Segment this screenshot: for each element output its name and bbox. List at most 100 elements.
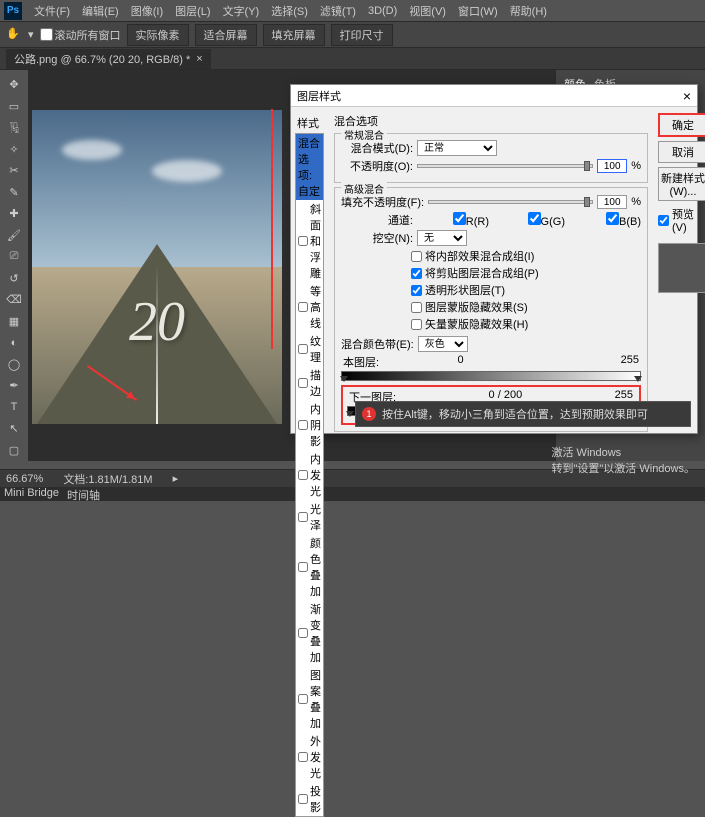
menu-file[interactable]: 文件(F) — [28, 3, 76, 19]
fill-opacity-slider[interactable] — [428, 200, 593, 204]
style-color-overlay[interactable]: 颜色叠加 — [296, 534, 323, 600]
dodge-tool-icon[interactable]: ◯ — [2, 354, 26, 376]
style-texture[interactable]: 纹理 — [296, 332, 323, 366]
style-list: 混合选项:自定 斜面和浮雕 等高线 纹理 描边 内阴影 内发光 光泽 颜色叠加 … — [295, 133, 324, 817]
layer-style-dialog: 图层样式 × 样式 混合选项:自定 斜面和浮雕 等高线 纹理 描边 内阴影 内发… — [290, 84, 698, 434]
menu-help[interactable]: 帮助(H) — [504, 3, 553, 19]
blending-options-panel: 混合选项 常规混合 混合模式(D): 正常 不透明度(O): % 高级混合 填充… — [328, 107, 654, 433]
style-pattern-overlay[interactable]: 图案叠加 — [296, 666, 323, 732]
eyedropper-tool-icon[interactable]: ✎ — [2, 182, 26, 204]
dropdown-icon[interactable]: ▾ — [28, 28, 34, 41]
blur-tool-icon[interactable]: ◐ — [2, 332, 26, 354]
channel-r-check[interactable]: R(R) — [417, 212, 489, 228]
menu-type[interactable]: 文字(Y) — [217, 3, 266, 19]
vector-mask-hide-check[interactable]: 矢量蒙版隐藏效果(H) — [411, 316, 641, 332]
style-drop-shadow[interactable]: 投影 — [296, 782, 323, 816]
style-blending-options[interactable]: 混合选项:自定 — [296, 134, 323, 200]
style-list-header: 样式 — [295, 113, 324, 133]
new-style-button[interactable]: 新建样式(W)... — [658, 167, 705, 201]
advanced-blending-group: 高级混合 填充不透明度(F): % 通道: R(R) G(G) B(B) 挖空(… — [334, 187, 648, 432]
knockout-select[interactable]: 无 — [417, 230, 467, 246]
stamp-tool-icon[interactable]: ⎚ — [2, 246, 26, 268]
ok-button[interactable]: 确定 — [658, 113, 705, 137]
transparency-shapes-check[interactable]: 透明形状图层(T) — [411, 282, 641, 298]
status-chevron-icon[interactable]: ▸ — [173, 472, 179, 485]
style-bevel[interactable]: 斜面和浮雕 — [296, 200, 323, 282]
tab-close-icon[interactable]: × — [196, 53, 202, 65]
preview-check[interactable]: 预览(V) — [658, 206, 705, 234]
style-list-panel: 样式 混合选项:自定 斜面和浮雕 等高线 纹理 描边 内阴影 内发光 光泽 颜色… — [291, 107, 328, 433]
annotation-line-icon — [271, 109, 273, 349]
doc-size: 文档:1.81M/1.81M — [63, 471, 152, 487]
channel-b-check[interactable]: B(B) — [569, 212, 641, 228]
style-inner-shadow[interactable]: 内阴影 — [296, 400, 323, 450]
fill-screen-button[interactable]: 填充屏幕 — [263, 24, 325, 46]
this-layer-blend: 本图层:0255 — [341, 354, 641, 381]
move-tool-icon[interactable]: ✥ — [2, 74, 26, 96]
style-stroke[interactable]: 描边 — [296, 366, 323, 400]
style-inner-glow[interactable]: 内发光 — [296, 450, 323, 500]
dialog-title: 图层样式 — [297, 88, 341, 104]
actual-pixels-button[interactable]: 实际像素 — [127, 24, 189, 46]
scroll-all-check[interactable]: 滚动所有窗口 — [40, 27, 121, 43]
blendif-select[interactable]: 灰色 — [418, 336, 468, 352]
blend-mode-label: 混合模式(D): — [341, 140, 413, 156]
menu-edit[interactable]: 编辑(E) — [76, 3, 125, 19]
pen-tool-icon[interactable]: ✒ — [2, 375, 26, 397]
hand-tool-icon: ✋ — [6, 27, 22, 43]
this-layer-gradient[interactable] — [341, 371, 641, 381]
blend-interior-check[interactable]: 将内部效果混合成组(I) — [411, 248, 641, 264]
opacity-input[interactable] — [597, 159, 627, 173]
canvas[interactable]: 20 — [32, 110, 282, 424]
channel-g-check[interactable]: G(G) — [493, 212, 565, 228]
menu-3d[interactable]: 3D(D) — [362, 5, 403, 17]
menu-select[interactable]: 选择(S) — [265, 3, 314, 19]
canvas-text: 20 — [129, 290, 185, 354]
crop-tool-icon[interactable]: ✂ — [2, 160, 26, 182]
gradient-tool-icon[interactable]: ▦ — [2, 311, 26, 333]
style-outer-glow[interactable]: 外发光 — [296, 732, 323, 782]
wand-tool-icon[interactable]: ✧ — [2, 139, 26, 161]
style-satin[interactable]: 光泽 — [296, 500, 323, 534]
marquee-tool-icon[interactable]: ▭ — [2, 96, 26, 118]
history-brush-icon[interactable]: ↺ — [2, 268, 26, 290]
layer-mask-hide-check[interactable]: 图层蒙版隐藏效果(S) — [411, 299, 641, 315]
tab-title: 公路.png @ 66.7% (20 20, RGB/8) * — [14, 51, 190, 67]
cancel-button[interactable]: 取消 — [658, 141, 705, 163]
menu-filter[interactable]: 滤镜(T) — [314, 3, 362, 19]
style-gradient-overlay[interactable]: 渐变叠加 — [296, 600, 323, 666]
opacity-label: 不透明度(O): — [341, 158, 413, 174]
tab-mini-bridge[interactable]: Mini Bridge — [4, 487, 59, 501]
dialog-close-icon[interactable]: × — [683, 88, 691, 104]
menu-window[interactable]: 窗口(W) — [452, 3, 504, 19]
fill-opacity-input[interactable] — [597, 195, 627, 209]
blend-clipped-check[interactable]: 将剪贴图层混合成组(P) — [411, 265, 641, 281]
fit-screen-button[interactable]: 适合屏幕 — [195, 24, 257, 46]
dialog-titlebar: 图层样式 × — [291, 85, 697, 107]
type-tool-icon[interactable]: T — [2, 397, 26, 419]
options-bar: ✋ ▾ 滚动所有窗口 实际像素 适合屏幕 填充屏幕 打印尺寸 — [0, 22, 705, 48]
app-logo: Ps — [4, 2, 22, 20]
tab-timeline[interactable]: 时间轴 — [67, 487, 100, 501]
tip-callout: 1 按住Alt键，移动小三角到适合位置，达到预期效果即可 — [355, 401, 691, 427]
style-contour[interactable]: 等高线 — [296, 282, 323, 332]
document-tab[interactable]: 公路.png @ 66.7% (20 20, RGB/8) * × — [6, 49, 211, 69]
blend-mode-select[interactable]: 正常 — [417, 140, 497, 156]
shape-tool-icon[interactable]: ▢ — [2, 440, 26, 462]
menu-view[interactable]: 视图(V) — [403, 3, 452, 19]
path-tool-icon[interactable]: ↖ — [2, 418, 26, 440]
print-size-button[interactable]: 打印尺寸 — [331, 24, 393, 46]
menu-image[interactable]: 图像(I) — [125, 3, 169, 19]
menu-bar: Ps 文件(F) 编辑(E) 图像(I) 图层(L) 文字(Y) 选择(S) 滤… — [0, 0, 705, 22]
preview-thumbnail — [658, 243, 705, 293]
zoom-level[interactable]: 66.67% — [6, 473, 43, 485]
eraser-tool-icon[interactable]: ⌫ — [2, 289, 26, 311]
bottom-tabs: Mini Bridge 时间轴 — [0, 487, 705, 501]
menu-layer[interactable]: 图层(L) — [169, 3, 216, 19]
channels-label: 通道: — [341, 212, 413, 228]
heal-tool-icon[interactable]: ✚ — [2, 203, 26, 225]
opacity-slider[interactable] — [417, 164, 593, 168]
brush-tool-icon[interactable]: 🖌 — [2, 225, 26, 247]
knockout-label: 挖空(N): — [341, 230, 413, 246]
lasso-tool-icon[interactable]: 𓏟 — [2, 117, 26, 139]
